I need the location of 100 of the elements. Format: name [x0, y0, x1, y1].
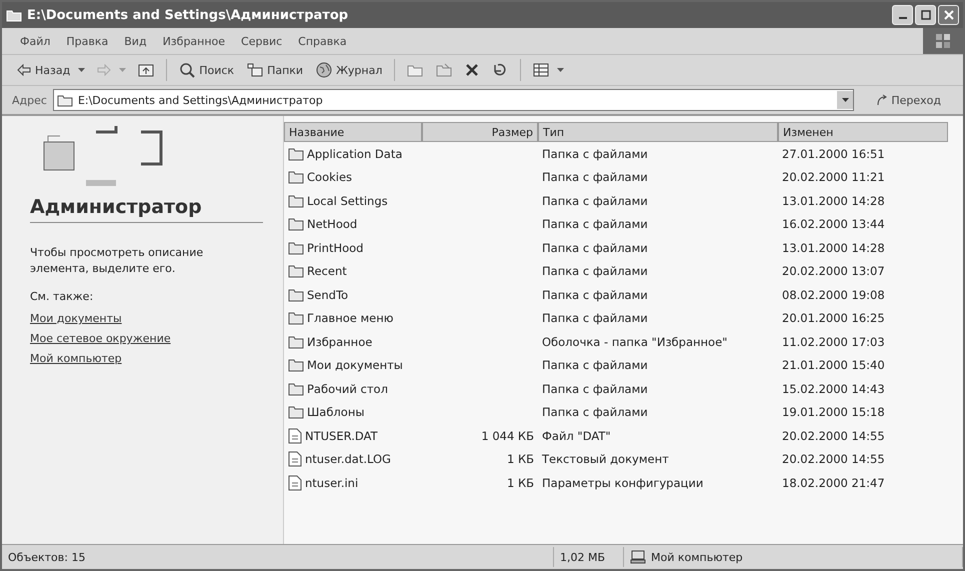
close-icon: [944, 10, 954, 20]
folder-icon: [288, 217, 304, 232]
file-name[interactable]: Recent: [284, 264, 422, 278]
folder-icon: [288, 170, 304, 184]
close-button[interactable]: [938, 5, 959, 25]
windows-logo-icon: [935, 33, 951, 49]
maximize-icon: [920, 10, 930, 20]
column-header[interactable]: Тип: [538, 122, 778, 142]
maximize-button[interactable]: [915, 5, 936, 25]
file-type: Папка с файлами: [541, 194, 649, 208]
file-name[interactable]: Шаблоны: [284, 405, 422, 420]
file-name[interactable]: SendTo: [284, 288, 422, 302]
file-type: Папка с файлами: [541, 311, 649, 326]
menu-item[interactable]: Справка: [292, 32, 353, 50]
panel-link[interactable]: Мое сетевое окружение: [30, 332, 171, 345]
see-also-label: См. также:: [30, 289, 94, 305]
panel-link[interactable]: Мой компьютер: [30, 352, 122, 365]
search-icon: [179, 62, 196, 78]
copy-folder-icon: [436, 63, 452, 77]
file-date: 15.02.2000 14:43: [781, 382, 886, 396]
file-name[interactable]: Рабочий стол: [284, 382, 422, 396]
file-type: Оболочка - папка "Избранное": [541, 334, 728, 349]
file-date: 20.02.2000 14:55: [781, 452, 886, 466]
file-date: 27.01.2000 16:51: [781, 146, 886, 161]
menu-item[interactable]: Правка: [60, 32, 114, 50]
file-name[interactable]: ntuser.dat.LOG: [284, 451, 422, 468]
menu-item[interactable]: Избранное: [156, 32, 232, 50]
file-icon: [288, 428, 302, 444]
window-title: E:\Documents and Settings\Администратор: [27, 8, 348, 22]
file-type: Папка с файлами: [541, 217, 649, 232]
file-name[interactable]: Local Settings: [284, 194, 422, 208]
file-date: 08.02.2000 19:08: [781, 288, 886, 302]
file-size: 1 044 КБ: [480, 428, 535, 443]
go-button[interactable]: Переход: [860, 92, 957, 108]
file-type: Папка с файлами: [541, 146, 649, 161]
dropdown-arrow-icon: [842, 98, 849, 102]
file-date: 21.01.2000 15:40: [781, 358, 886, 372]
menu-item[interactable]: Сервис: [235, 32, 288, 50]
folder-icon: [288, 405, 304, 420]
file-icon: [288, 451, 302, 468]
folder-icon: [56, 94, 73, 106]
file-name[interactable]: Главное меню: [284, 311, 422, 326]
file-type: Папка с файлами: [541, 264, 649, 278]
file-date: 11.02.2000 17:03: [781, 334, 886, 349]
delete-icon: [465, 63, 480, 77]
file-name[interactable]: Application Data: [284, 146, 422, 161]
file-name[interactable]: PrintHood: [284, 240, 422, 255]
file-icon: [288, 474, 302, 491]
file-type: Текстовый документ: [541, 452, 670, 466]
file-type: Папка с файлами: [541, 240, 649, 255]
address-field[interactable]: E:\Documents and Settings\Администратор: [52, 89, 854, 111]
file-name[interactable]: NetHood: [284, 217, 422, 232]
status-size: 1,02 МБ: [554, 547, 624, 567]
column-header[interactable]: Размер: [422, 122, 538, 142]
file-date: 16.02.2000 13:44: [781, 217, 886, 232]
folder-icon: [288, 382, 304, 396]
file-date: 20.01.2000 16:25: [781, 311, 886, 326]
minimize-icon: [898, 17, 906, 19]
move-folder-icon: [407, 63, 424, 77]
file-type: Папка с файлами: [541, 288, 649, 302]
panel-link[interactable]: Мои документы: [30, 312, 122, 325]
file-date: 20.02.2000 14:55: [781, 428, 886, 443]
file-name[interactable]: ntuser.ini: [284, 474, 422, 491]
address-label: Адрес: [12, 94, 47, 106]
file-name[interactable]: Cookies: [284, 170, 422, 184]
folder-icon: [288, 264, 304, 278]
file-type: Папка с файлами: [541, 405, 649, 420]
file-name[interactable]: Мои документы: [284, 358, 422, 372]
folders-icon: [247, 63, 264, 77]
dropdown-button[interactable]: [837, 91, 854, 109]
folder-icon: [288, 334, 304, 349]
panel-hint: Чтобы просмотреть описание элемента, выделите его.: [30, 245, 204, 277]
menu-item[interactable]: Файл: [14, 32, 56, 50]
back-button[interactable]: Назад: [12, 60, 76, 80]
folder-icon: [288, 240, 304, 255]
file-date: 13.01.2000 14:28: [781, 240, 886, 255]
column-header[interactable]: Изменен: [778, 122, 948, 142]
file-name[interactable]: Избранное: [284, 334, 422, 349]
status-count: Объектов: 15: [2, 547, 554, 567]
search-button[interactable]: Поиск: [174, 59, 240, 81]
history-button[interactable]: Журнал: [311, 59, 388, 81]
folder-icon: [6, 8, 22, 22]
file-type: Параметры конфигурации: [541, 476, 704, 490]
globe-icon: [316, 62, 332, 78]
column-header[interactable]: Название: [284, 122, 422, 142]
dropdown-arrow-icon[interactable]: [557, 68, 564, 72]
menu-item[interactable]: Вид: [118, 32, 153, 50]
folder-icon: [288, 288, 304, 302]
file-type: Папка с файлами: [541, 170, 649, 184]
forward-arrow-icon: [97, 64, 112, 76]
minimize-button[interactable]: [892, 5, 913, 25]
file-date: 20.02.2000 11:21: [781, 170, 886, 184]
file-size: 1 КБ: [506, 452, 535, 466]
file-name[interactable]: NTUSER.DAT: [284, 428, 422, 444]
folder-icon: [288, 358, 304, 372]
folders-button[interactable]: Папки: [242, 60, 308, 80]
back-arrow-icon: [17, 64, 31, 76]
file-date: 18.02.2000 21:47: [781, 476, 886, 490]
views-grid-icon: [533, 63, 550, 77]
dropdown-arrow-icon[interactable]: [78, 68, 86, 72]
